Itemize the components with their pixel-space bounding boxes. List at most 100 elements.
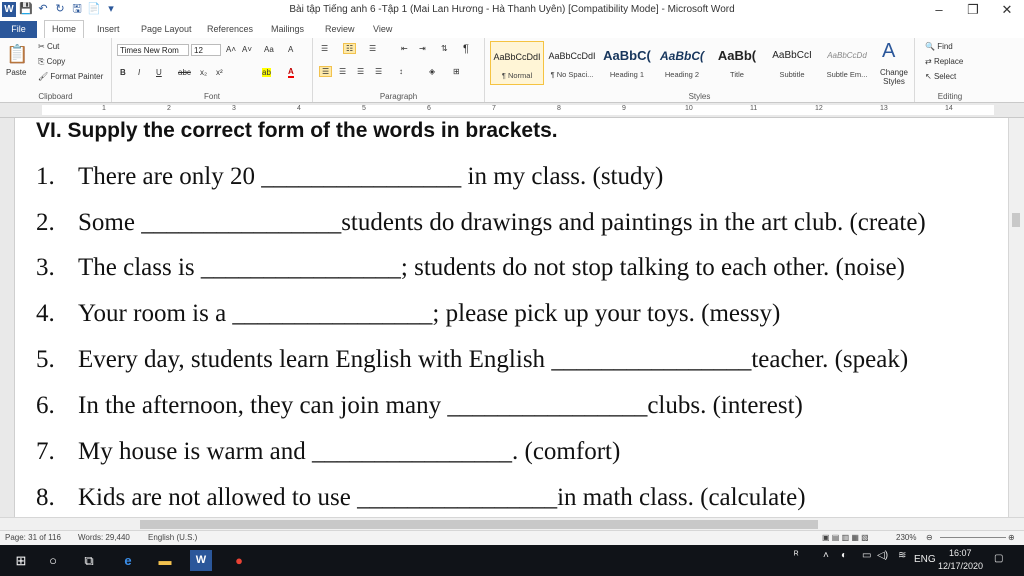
item-blank[interactable]: ________________ [201,254,401,281]
show-formatting-icon[interactable]: ¶ [463,43,469,55]
vertical-ruler[interactable] [0,118,15,517]
document-page[interactable]: VI. Supply the correct form of the words… [15,118,1008,517]
numbering-icon[interactable]: ☷ [343,43,357,54]
paste-button[interactable]: Paste [6,68,26,77]
item-blank[interactable]: ________________ [312,438,512,465]
vertical-scrollbar[interactable] [1008,118,1024,517]
word-taskbar-icon[interactable]: W [190,550,212,571]
item-blank[interactable]: ________________ [447,392,647,419]
vertical-scroll-thumb[interactable] [1012,213,1020,227]
bullets-icon[interactable]: ☰ [321,44,328,53]
cut-button[interactable]: ✂ Cut [38,42,59,51]
status-bar: Page: 31 of 116 Words: 29,440 English (U… [0,530,1024,546]
word-count[interactable]: Words: 29,440 [78,533,130,542]
grow-font-button[interactable]: A˄ [226,45,236,54]
horizontal-ruler[interactable]: 1 2 3 4 5 6 7 8 9 10 11 12 13 14 [0,103,1024,118]
multilevel-list-icon[interactable]: ☰ [369,44,376,53]
close-button[interactable]: ✕ [990,0,1024,21]
clock-time[interactable]: 16:07 [949,548,972,558]
network-icon[interactable]: ◐ [841,550,847,561]
view-buttons-icon[interactable]: ▣ ▤ ▥ ▦ ▧ [822,533,869,542]
style-heading-2[interactable]: AaBbC( Heading 2 [655,41,709,85]
minimize-button[interactable]: – [922,0,956,21]
horizontal-scrollbar[interactable] [0,517,1024,531]
change-case-button[interactable]: Aa [264,45,274,54]
font-name-box[interactable]: Times New Rom [117,44,189,56]
font-color-button[interactable]: A [288,67,294,78]
shading-icon[interactable]: ◈ [429,67,435,76]
strikethrough-button[interactable]: abc [178,68,191,77]
style-title[interactable]: AaBb( Title [710,41,764,85]
decrease-indent-icon[interactable]: ⇤ [401,44,408,53]
wifi-icon[interactable]: ≋ [898,550,906,561]
tab-mailings[interactable]: Mailings [264,21,311,38]
bold-button[interactable]: B [120,68,126,77]
page-count[interactable]: Page: 31 of 116 [5,533,61,542]
windows-start-icon[interactable]: ⊞ [10,550,32,571]
zoom-out-icon[interactable]: ⊖ [926,533,933,542]
style-subtle-emphasis[interactable]: AaBbCcDd Subtle Em... [820,41,874,85]
style-subtitle[interactable]: AaBbCcI Subtitle [765,41,819,85]
item-text-before: Every day, students learn English with E… [78,346,546,373]
paste-icon[interactable]: 📋 [6,44,28,65]
battery-icon[interactable]: ▭ [862,550,871,561]
clear-formatting-button[interactable]: A [288,45,293,54]
style-normal[interactable]: AaBbCcDdI ¶ Normal [490,41,544,85]
sort-icon[interactable]: ⇅ [441,44,448,53]
change-styles-icon[interactable]: A [882,40,895,63]
tab-review[interactable]: Review [318,21,362,38]
tab-view[interactable]: View [366,21,399,38]
superscript-button[interactable]: x² [216,68,223,77]
font-group-label: Font [203,92,220,101]
task-view-icon[interactable]: ⧉ [78,550,100,571]
input-language[interactable]: ENG [914,554,936,565]
change-styles-button[interactable]: Change Styles [877,68,911,86]
item-blank[interactable]: ________________ [551,346,751,373]
clock-date[interactable]: 12/17/2020 [938,561,983,571]
line-spacing-icon[interactable]: ↕ [399,67,403,76]
borders-icon[interactable]: ⊞ [453,67,460,76]
zoom-slider[interactable] [940,537,1006,538]
language-indicator[interactable]: English (U.S.) [148,533,197,542]
zoom-level[interactable]: 230% [896,533,916,542]
notification-icon[interactable]: ▢ [994,553,1003,564]
shrink-font-button[interactable]: A˅ [242,45,252,54]
replace-button[interactable]: ⇄ Replace [925,57,963,66]
zoom-in-icon[interactable]: ⊕ [1008,533,1015,542]
subscript-button[interactable]: x₂ [200,68,207,77]
maximize-button[interactable]: ❐ [956,0,990,21]
copy-button[interactable]: ⎘ Copy [38,57,65,67]
tray-chevron-icon[interactable]: ˄ [823,550,829,561]
tab-references[interactable]: References [200,21,260,38]
tab-insert[interactable]: Insert [90,21,127,38]
search-icon[interactable]: ○ [42,550,64,571]
style-no-spacing[interactable]: AaBbCcDdI ¶ No Spaci... [545,41,599,85]
horizontal-scroll-thumb[interactable] [140,520,818,529]
select-button[interactable]: ↖ Select [925,72,956,81]
highlight-button[interactable]: ab [262,68,271,77]
people-icon[interactable]: ᴿ [794,550,799,561]
file-explorer-icon[interactable]: ▬ [154,550,176,571]
tab-page-layout[interactable]: Page Layout [134,21,199,38]
justify-icon[interactable]: ☰ [375,67,382,76]
italic-button[interactable]: I [138,68,140,77]
edge-browser-icon[interactable]: e [117,550,139,571]
format-painter-button[interactable]: 🖌 Format Painter [38,72,103,81]
style-heading-1[interactable]: AaBbC( Heading 1 [600,41,654,85]
volume-icon[interactable]: ◁) [877,550,888,561]
item-blank[interactable]: ________________ [232,300,432,327]
find-button[interactable]: 🔍 Find [925,42,953,51]
exercise-item: 2. Some ________________students do drawi… [36,209,926,237]
item-blank[interactable]: ________________ [261,163,461,190]
increase-indent-icon[interactable]: ⇥ [419,44,426,53]
tab-file[interactable]: File [0,21,37,38]
align-center-icon[interactable]: ☰ [339,67,346,76]
item-blank[interactable]: ________________ [357,484,557,511]
chrome-icon[interactable]: ● [228,550,250,571]
font-size-box[interactable]: 12 [191,44,221,56]
item-blank[interactable]: ________________ [141,209,341,236]
align-right-icon[interactable]: ☰ [357,67,364,76]
tab-home[interactable]: Home [44,20,85,39]
underline-button[interactable]: U [156,68,162,77]
align-left-icon[interactable]: ☰ [319,66,333,77]
